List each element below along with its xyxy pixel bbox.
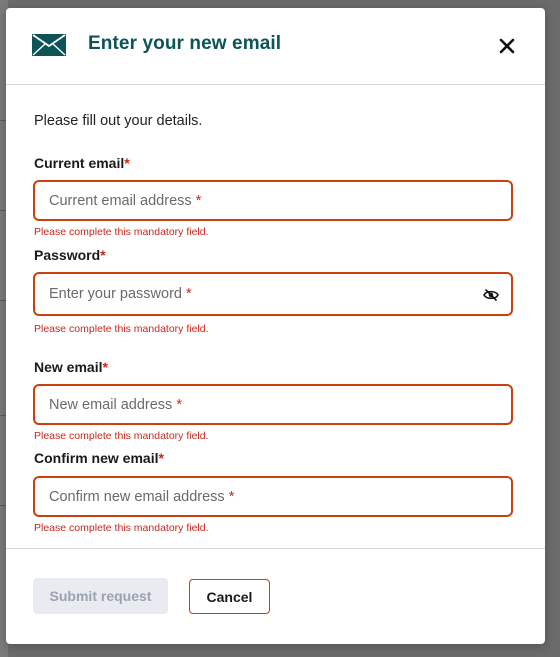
current-email-placeholder: Current email address * (49, 193, 202, 209)
dialog-title: Enter your new email (88, 33, 282, 54)
field-label-text: Password (34, 247, 101, 263)
intro-text: Please fill out your details. (34, 113, 203, 129)
required-marker: * (158, 450, 164, 466)
confirm-new-email-label: Confirm new email* (34, 450, 164, 466)
close-icon[interactable] (498, 37, 516, 55)
password-error: Please complete this mandatory field. (34, 323, 209, 335)
new-email-field[interactable]: New email address * (33, 384, 513, 425)
cancel-button[interactable]: Cancel (189, 579, 270, 614)
current-email-error: Please complete this mandatory field. (34, 226, 209, 238)
new-email-placeholder: New email address * (49, 397, 182, 413)
new-email-error: Please complete this mandatory field. (34, 430, 209, 442)
password-label: Password* (34, 247, 106, 263)
required-marker: * (100, 247, 106, 263)
confirm-new-email-field[interactable]: Confirm new email address * (33, 476, 513, 517)
dialog-header: Enter your new email (6, 8, 545, 85)
password-placeholder: Enter your password * (49, 286, 192, 302)
change-email-dialog: Enter your new email Please fill out you… (6, 8, 545, 644)
new-email-label: New email* (34, 359, 108, 375)
required-marker: * (102, 359, 108, 375)
field-label-text: New email (34, 359, 103, 375)
submit-request-button[interactable]: Submit request (33, 578, 168, 614)
current-email-field[interactable]: Current email address * (33, 180, 513, 221)
field-label-text: Confirm new email (34, 450, 159, 466)
current-email-label: Current email* (34, 155, 130, 171)
password-field[interactable]: Enter your password * (33, 272, 513, 316)
field-label-text: Current email (34, 155, 125, 171)
required-marker: * (124, 155, 130, 171)
eye-slash-icon[interactable] (483, 288, 499, 302)
confirm-new-email-placeholder: Confirm new email address * (49, 489, 235, 505)
confirm-new-email-error: Please complete this mandatory field. (34, 522, 209, 534)
envelope-icon (32, 34, 66, 56)
footer-divider (6, 548, 545, 549)
